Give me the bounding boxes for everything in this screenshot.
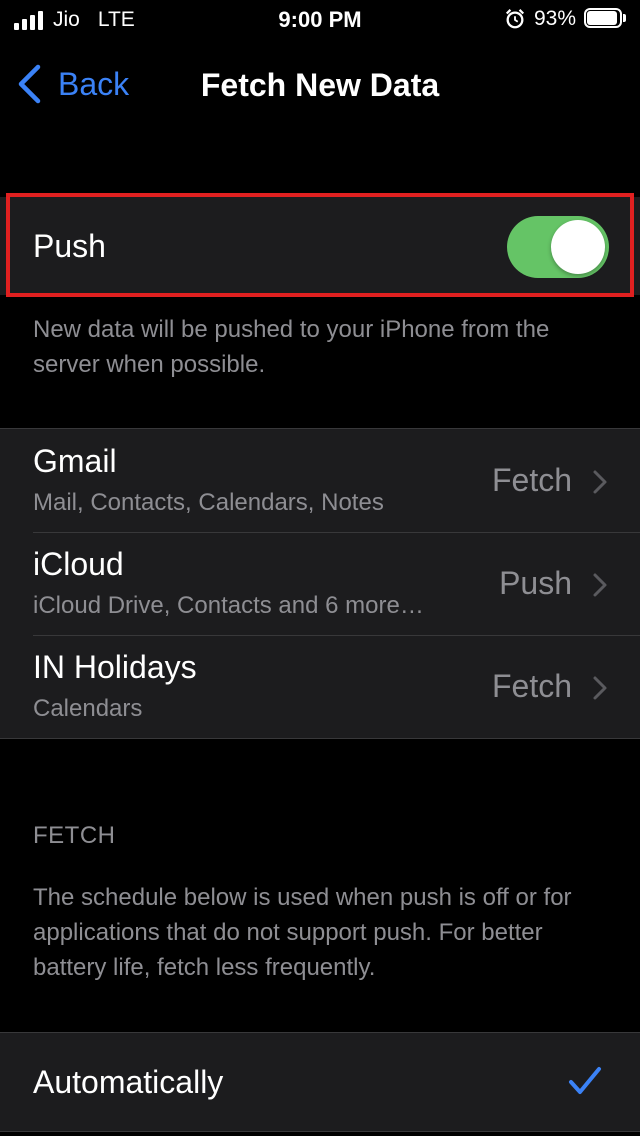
account-fetch-mode: Push: [499, 565, 572, 601]
settings-screen: Jio LTE 9:00 PM 93% Back Fetch New Data …: [0, 0, 640, 1136]
fetch-section-header: FETCH: [33, 822, 116, 849]
battery-percentage: 93%: [533, 7, 576, 30]
chevron-right-icon: [593, 676, 607, 700]
chevron-right-icon: [593, 573, 607, 597]
push-row: Push: [0, 197, 640, 295]
push-description: New data will be pushed to your iPhone f…: [33, 316, 550, 378]
account-name: iCloud: [33, 546, 124, 582]
account-services: Mail, Contacts, Calendars, Notes: [33, 489, 384, 516]
accounts-list: Gmail Mail, Contacts, Calendars, Notes F…: [0, 428, 640, 739]
account-row-icloud[interactable]: iCloud iCloud Drive, Contacts and 6 more…: [0, 532, 640, 635]
push-toggle[interactable]: [507, 216, 609, 278]
account-name: Gmail: [33, 443, 117, 479]
account-services: Calendars: [33, 695, 143, 722]
toggle-knob: [551, 220, 605, 274]
fetch-option-label: Automatically: [33, 1064, 224, 1100]
fetch-description: The schedule below is used when push is …: [33, 884, 572, 981]
account-row-gmail[interactable]: Gmail Mail, Contacts, Calendars, Notes F…: [0, 429, 640, 532]
navigation-bar: Back Fetch New Data: [0, 50, 640, 120]
fetch-option-automatically[interactable]: Automatically: [0, 1032, 640, 1132]
chevron-right-icon: [593, 470, 607, 494]
alarm-clock-icon: [505, 9, 525, 29]
account-row-in-holidays[interactable]: IN Holidays Calendars Fetch: [0, 635, 640, 738]
status-bar: Jio LTE 9:00 PM 93%: [0, 0, 640, 40]
page-title: Fetch New Data: [200, 67, 440, 103]
account-fetch-mode: Fetch: [491, 668, 572, 704]
account-fetch-mode: Fetch: [491, 462, 572, 498]
push-label: Push: [33, 228, 106, 264]
checkmark-icon: [569, 1067, 601, 1094]
account-services: iCloud Drive, Contacts and 6 more…: [33, 592, 424, 619]
status-right: 93%: [504, 7, 628, 31]
account-name: IN Holidays: [33, 649, 197, 685]
battery-icon: [584, 8, 628, 30]
